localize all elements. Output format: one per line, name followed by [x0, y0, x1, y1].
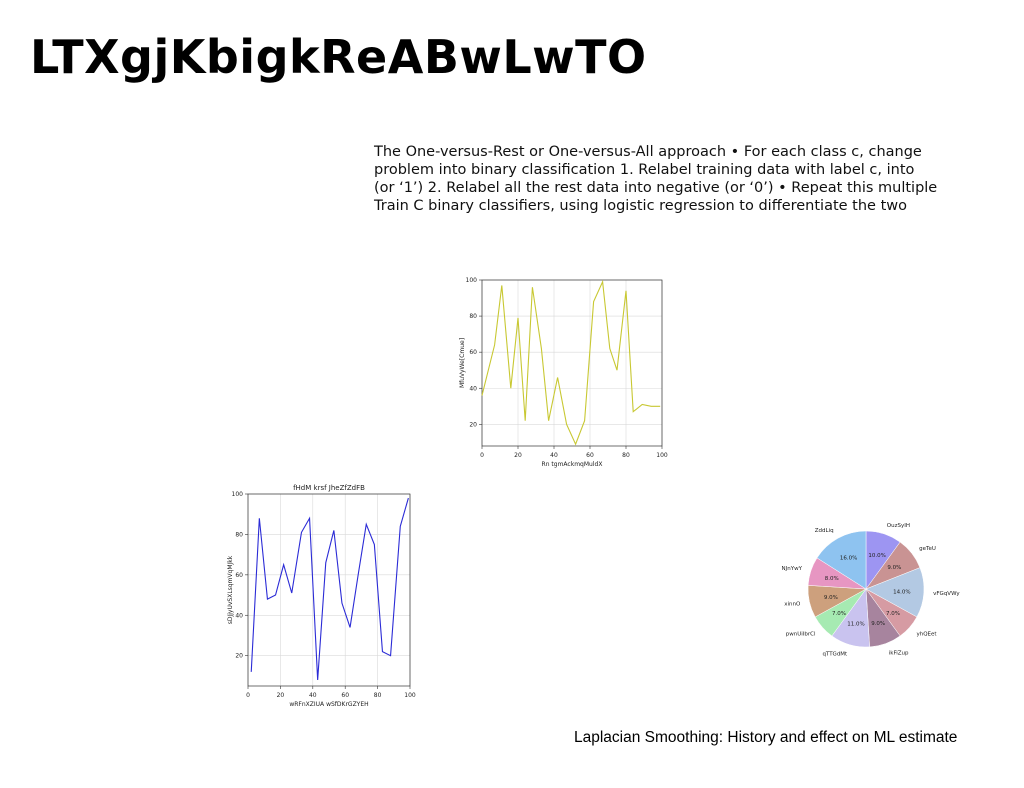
pie-value-label: 9.0% [871, 621, 885, 627]
plot-frame [247, 493, 411, 687]
pie-category-label: pwnUiIbrCl [786, 631, 816, 637]
y-tick-label: 80 [235, 531, 243, 538]
body-line: The One-versus-Rest or One-versus-All ap… [374, 144, 922, 160]
line-chart-bottom: 0 20 40 60 80 100 20 40 60 80 100 fHdM krsf JheZfZd… [222, 478, 418, 710]
y-tick-label: 100 [232, 491, 244, 498]
series-line [250, 497, 409, 680]
body-text: The One-versus-Rest or One-versus-All ap… [374, 143, 938, 215]
x-tick-label: 0 [480, 452, 484, 459]
slide-title: LTXgjKbigkReABwLwTO [30, 30, 647, 84]
pie-value-label: 10.0% [868, 553, 885, 559]
pie-category-label: vFGqVWyrE [933, 591, 960, 597]
pie-value-label: 8.0% [825, 576, 839, 582]
y-tick-label: 60 [235, 572, 243, 579]
pie-category-label: OuzSyIH [887, 523, 910, 529]
x-tick-label: 60 [586, 452, 594, 459]
pie-category-label: ikFiZup [889, 650, 909, 656]
series-line [481, 279, 661, 446]
pie-value-label: 7.0% [832, 611, 846, 617]
pie-category-label: ZddLiq [815, 528, 834, 534]
body-line: problem into binary classification 1. Re… [374, 162, 915, 178]
x-tick-label: 20 [514, 452, 522, 459]
pie-category-label: yhQEet [916, 631, 937, 637]
y-tick-label: 20 [235, 653, 243, 660]
pie-category-label: NJnYwY [782, 566, 803, 572]
pie-chart: 10.0% OuzSyIH 9.0% geTeU 14.0% vFGqVWyrE 7.0% y… [780, 500, 960, 676]
body-line: (or ‘1’) 2. Relabel all the rest data in… [374, 180, 938, 196]
pie-value-label: 16.0% [840, 555, 857, 561]
line-chart-top-svg: 0 20 40 60 80 100 20 40 60 80 100 Rn tgmAckmqMuldX M… [459, 277, 668, 468]
x-tick-label: 100 [404, 692, 416, 699]
body-line: Train C binary classifiers, using logist… [374, 198, 908, 214]
pie-value-label: 7.0% [886, 611, 900, 617]
pie-value-label: 11.0% [847, 622, 864, 628]
y-tick-label: 20 [469, 421, 477, 428]
x-tick-label: 80 [374, 692, 382, 699]
pie-chart-svg: 10.0% OuzSyIH 9.0% geTeU 14.0% vFGqVWyrE 7.0% y… [782, 523, 960, 658]
pie-value-label: 14.0% [893, 589, 910, 595]
line-chart-top: 0 20 40 60 80 100 20 40 60 80 100 Rn tgmAckmqMuldX M… [450, 276, 670, 470]
caption: Laplacian Smoothing: History and effect … [574, 729, 958, 746]
x-tick-label: 0 [246, 692, 250, 699]
x-tick-label: 40 [309, 692, 317, 699]
chart-title: fHdM krsf JheZfZdFB [293, 484, 365, 492]
y-tick-label: 100 [466, 277, 478, 284]
pie-category-label: xinnO [784, 602, 801, 608]
y-tick-label: 40 [235, 612, 243, 619]
x-axis-label: wRFnXZIUA wSfDKrGZYEH [289, 701, 368, 708]
x-tick-label: 20 [277, 692, 285, 699]
line-chart-bottom-svg: 0 20 40 60 80 100 20 40 60 80 100 fHdM krsf JheZfZd… [227, 484, 416, 708]
y-axis-label: MfuVyWe[Cmue] [459, 338, 466, 388]
y-tick-label: 80 [469, 313, 477, 320]
y-tick-label: 40 [469, 385, 477, 392]
x-axis-label: Rn tgmAckmqMuldX [542, 461, 603, 468]
x-tick-label: 40 [550, 452, 558, 459]
x-tick-label: 60 [341, 692, 349, 699]
y-axis-label: sDJjyUvSXLsqmVqMJkk [227, 555, 234, 624]
pie-value-label: 9.0% [824, 595, 838, 601]
x-tick-label: 80 [622, 452, 630, 459]
pie-category-label: geTeU [919, 546, 936, 552]
x-tick-label: 100 [656, 452, 668, 459]
pie-value-label: 9.0% [887, 565, 901, 571]
pie-category-label: qTTGdMt [822, 652, 848, 658]
y-tick-label: 60 [469, 349, 477, 356]
